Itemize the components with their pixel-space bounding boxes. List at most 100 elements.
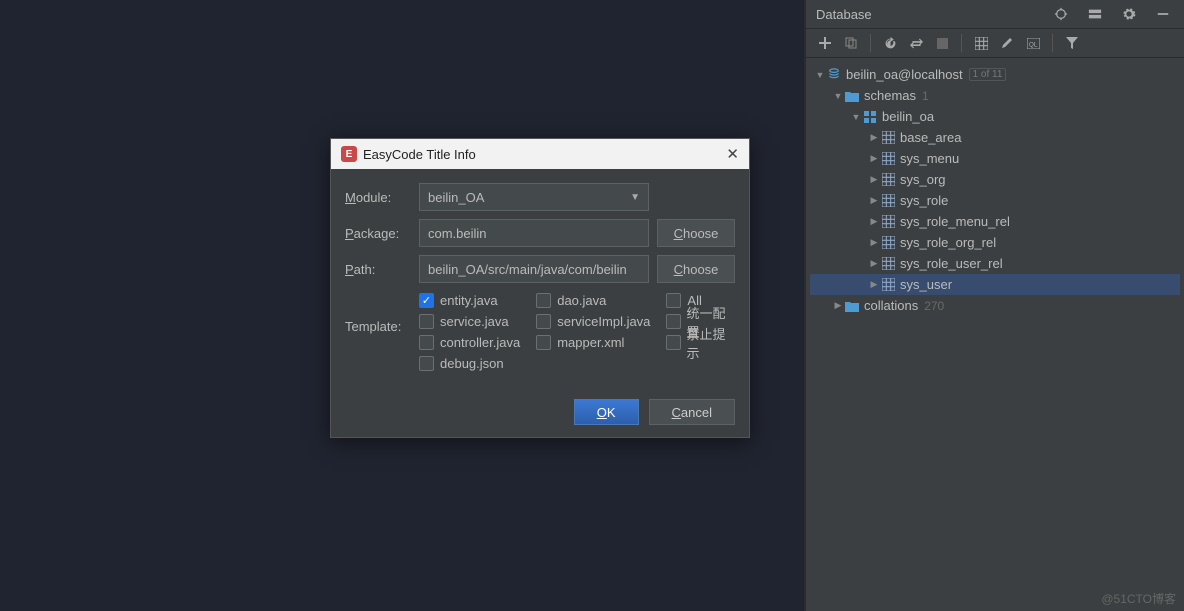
checkbox-label: service.java: [440, 314, 509, 329]
folder-icon: [844, 298, 860, 314]
datasource-icon: [826, 67, 842, 83]
sync-icon[interactable]: [905, 32, 927, 54]
chevron-right-icon: ▶: [832, 300, 844, 311]
chevron-right-icon: ▶: [868, 195, 880, 206]
option-checkbox[interactable]: 禁止提示: [666, 333, 735, 352]
database-tree: ▼ beilin_oa@localhost 1 of 11 ▼ schemas …: [806, 58, 1184, 322]
template-checkbox[interactable]: controller.java: [419, 333, 520, 352]
package-input[interactable]: [419, 219, 649, 247]
collations-count: 270: [924, 299, 944, 313]
table-label: sys_role_org_rel: [900, 235, 996, 250]
dialog-titlebar[interactable]: E EasyCode Title Info ✕: [331, 139, 749, 169]
minimize-icon[interactable]: [1152, 3, 1174, 25]
checkbox-label: serviceImpl.java: [557, 314, 650, 329]
caret-down-icon: ▼: [630, 192, 640, 203]
schema-icon: [862, 109, 878, 125]
path-input[interactable]: [419, 255, 649, 283]
tree-table[interactable]: ▶ sys_role_menu_rel: [810, 211, 1180, 232]
checkbox-label: entity.java: [440, 293, 498, 308]
template-checkbox[interactable]: serviceImpl.java: [536, 312, 650, 331]
chevron-down-icon: ▼: [832, 91, 844, 101]
checkbox[interactable]: [666, 314, 680, 329]
split-icon[interactable]: [1084, 3, 1106, 25]
checkbox[interactable]: [536, 314, 551, 329]
tree-table[interactable]: ▶ sys_role_org_rel: [810, 232, 1180, 253]
tree-schemas[interactable]: ▼ schemas 1: [810, 85, 1180, 106]
choose-path-button[interactable]: Choose: [657, 255, 735, 283]
collations-label: collations: [864, 298, 918, 313]
checkbox[interactable]: [419, 314, 434, 329]
chevron-right-icon: ▶: [868, 132, 880, 143]
chevron-down-icon: ▼: [814, 70, 826, 80]
table-label: base_area: [900, 130, 961, 145]
checkbox[interactable]: ✓: [419, 293, 434, 308]
database-titlebar: Database: [806, 0, 1184, 28]
close-icon[interactable]: ✕: [726, 145, 739, 163]
checkbox-label: 禁止提示: [687, 324, 735, 362]
table-label: sys_menu: [900, 151, 959, 166]
chevron-right-icon: ▶: [868, 237, 880, 248]
console-icon[interactable]: QL: [1022, 32, 1044, 54]
filter-icon[interactable]: [1061, 32, 1083, 54]
chevron-right-icon: ▶: [868, 216, 880, 227]
template-checkbox[interactable]: debug.json: [419, 354, 520, 373]
tree-table[interactable]: ▶ base_area: [810, 127, 1180, 148]
table-label: sys_role_user_rel: [900, 256, 1003, 271]
checkbox[interactable]: [536, 293, 551, 308]
checkbox-label: debug.json: [440, 356, 504, 371]
checkbox[interactable]: [419, 356, 434, 371]
table-label: sys_role: [900, 193, 948, 208]
chevron-right-icon: ▶: [868, 258, 880, 269]
tree-collations[interactable]: ▶ collations 270: [810, 295, 1180, 316]
tree-schema[interactable]: ▼ beilin_oa: [810, 106, 1180, 127]
checkbox[interactable]: [666, 335, 680, 350]
copy-icon[interactable]: [840, 32, 862, 54]
path-label: Path:: [339, 262, 411, 277]
easycode-icon: E: [341, 146, 357, 162]
template-checkbox[interactable]: dao.java: [536, 291, 650, 310]
target-icon[interactable]: [1050, 3, 1072, 25]
tree-table[interactable]: ▶ sys_user: [810, 274, 1180, 295]
chevron-right-icon: ▶: [868, 153, 880, 164]
checkbox[interactable]: [536, 335, 551, 350]
template-checkbox[interactable]: service.java: [419, 312, 520, 331]
table-icon[interactable]: [970, 32, 992, 54]
database-title: Database: [816, 7, 872, 22]
template-label: Template:: [339, 291, 411, 334]
tree-table[interactable]: ▶ sys_role: [810, 190, 1180, 211]
module-dropdown[interactable]: beilin_OA ▼: [419, 183, 649, 211]
stop-icon[interactable]: [931, 32, 953, 54]
tree-table[interactable]: ▶ sys_role_user_rel: [810, 253, 1180, 274]
schemas-count: 1: [922, 89, 929, 103]
template-checkbox[interactable]: ✓ entity.java: [419, 291, 520, 310]
cancel-button[interactable]: Cancel: [649, 399, 735, 425]
refresh-icon[interactable]: [879, 32, 901, 54]
table-icon: [880, 214, 896, 230]
module-label: MModule:odule:: [339, 190, 411, 205]
add-icon[interactable]: [814, 32, 836, 54]
connection-badge: 1 of 11: [969, 68, 1007, 81]
database-panel: Database QL ▼ beilin_oa@localhost 1 of 1…: [805, 0, 1184, 611]
table-icon: [880, 130, 896, 146]
chevron-down-icon: ▼: [850, 112, 862, 122]
choose-package-button[interactable]: Choose: [657, 219, 735, 247]
checkbox-label: dao.java: [557, 293, 606, 308]
ok-button[interactable]: OK: [574, 399, 639, 425]
module-value: beilin_OA: [428, 190, 484, 205]
tree-table[interactable]: ▶ sys_org: [810, 169, 1180, 190]
database-toolbar: QL: [806, 28, 1184, 58]
template-checkbox[interactable]: mapper.xml: [536, 333, 650, 352]
table-icon: [880, 256, 896, 272]
checkbox[interactable]: [419, 335, 434, 350]
easycode-dialog: E EasyCode Title Info ✕ MModule:odule: b…: [330, 138, 750, 438]
checkbox-label: mapper.xml: [557, 335, 624, 350]
table-label: sys_org: [900, 172, 946, 187]
checkbox[interactable]: [666, 293, 681, 308]
edit-icon[interactable]: [996, 32, 1018, 54]
dialog-title: EasyCode Title Info: [363, 147, 476, 162]
table-label: sys_user: [900, 277, 952, 292]
gear-icon[interactable]: [1118, 3, 1140, 25]
tree-connection[interactable]: ▼ beilin_oa@localhost 1 of 11: [810, 64, 1180, 85]
tree-table[interactable]: ▶ sys_menu: [810, 148, 1180, 169]
table-icon: [880, 151, 896, 167]
